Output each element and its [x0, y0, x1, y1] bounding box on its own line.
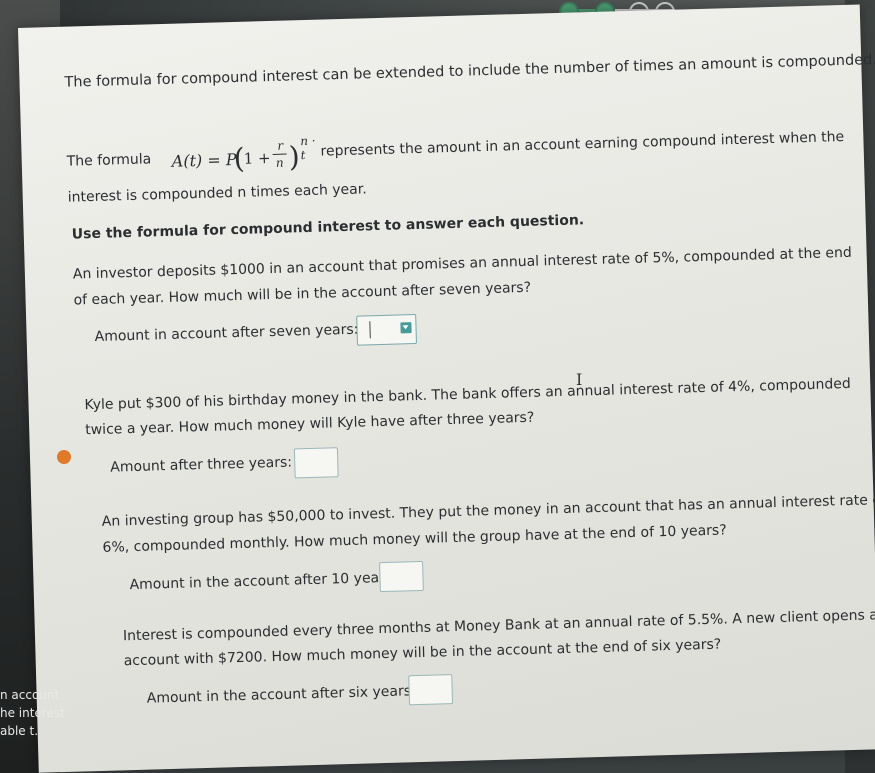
question-3-prompt: Amount in the account after 10 years: $: [129, 569, 411, 594]
intro-text: The formula for compound interest can be…: [64, 52, 875, 91]
question-3-line-2: 6%, compounded monthly. How much money w…: [102, 522, 727, 556]
text-caret: [369, 321, 371, 339]
answer-input-3[interactable]: [379, 560, 424, 593]
side-marker-icon: [57, 450, 71, 464]
question-3-line-1: An investing group has $50,000 to invest…: [101, 491, 875, 530]
instruction-text: Use the formula for compound interest to…: [71, 212, 585, 243]
formula-one: 1 +: [243, 149, 271, 168]
question-1-line-2: of each year. How much will be in the ac…: [73, 279, 532, 309]
question-1-prompt: Amount in account after seven years: $: [94, 321, 372, 345]
answer-input-2[interactable]: [293, 447, 339, 479]
question-4-line-1: Interest is compounded every three month…: [122, 606, 875, 645]
formula-n: n: [275, 155, 284, 170]
question-1-line-1: An investor deposits $1000 in an account…: [72, 244, 852, 283]
formula-continuation: interest is compounded n times each year…: [67, 181, 367, 206]
side-panel-line-2: he interest: [0, 706, 65, 720]
formula-description: represents the amount in an account earn…: [320, 128, 845, 160]
side-panel-line-3: able t.: [0, 724, 39, 738]
side-panel-line-1: n account: [0, 688, 60, 702]
text-cursor-icon: I: [576, 370, 583, 389]
formula-paren-close: ): [288, 140, 301, 174]
answer-input-4[interactable]: [408, 674, 454, 706]
worksheet-page: The formula for compound interest can be…: [18, 4, 875, 773]
formula-lhs: A(t) = P: [171, 149, 237, 171]
answer-input-1[interactable]: [356, 313, 417, 346]
question-2-line-2: twice a year. How much money will Kyle h…: [85, 409, 535, 439]
question-2-line-1: Kyle put $300 of his birthday money in t…: [84, 375, 851, 414]
formula-exponent: n · t: [300, 133, 316, 163]
question-4-prompt: Amount in the account after six years: $: [146, 682, 430, 707]
formula-r: r: [277, 138, 284, 153]
question-2-prompt: Amount after three years: $: [110, 454, 306, 476]
formula-lead-text: The formula: [66, 151, 152, 170]
dropdown-icon[interactable]: [400, 322, 412, 334]
